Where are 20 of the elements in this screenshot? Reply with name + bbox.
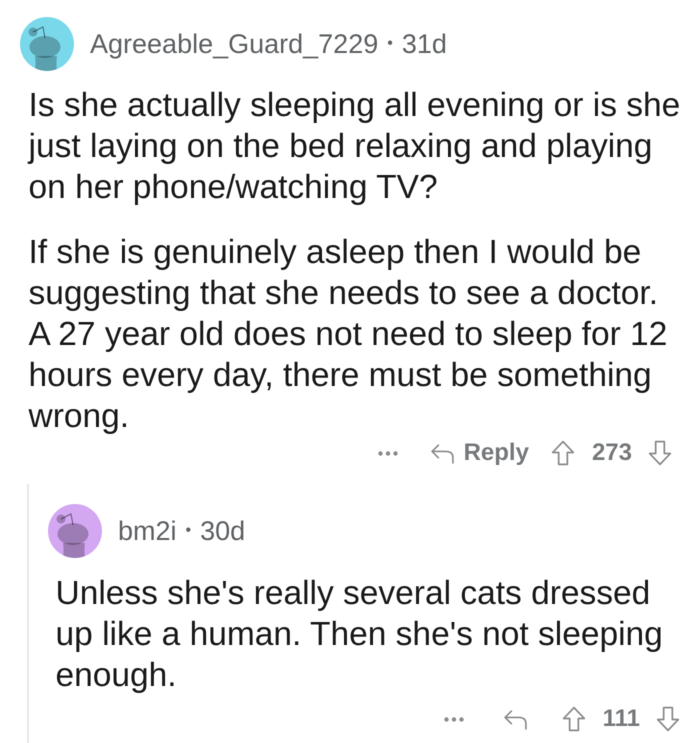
upvote-icon[interactable]: [550, 440, 575, 466]
vote-count: 111: [602, 705, 640, 733]
more-icon[interactable]: [378, 450, 398, 456]
comment-paragraph: Unless she's really several cats dressed up like a human. Then she's not sleeping enough.: [54, 574, 664, 696]
comment-age: 31d: [402, 28, 447, 60]
upvote-icon[interactable]: [562, 706, 586, 732]
comment-age: 30d: [200, 516, 246, 546]
username[interactable]: Agreeable_Guard_7229: [90, 28, 378, 60]
username[interactable]: bm2i: [118, 516, 177, 546]
more-icon[interactable]: [444, 716, 464, 722]
reply-icon[interactable]: [502, 708, 528, 730]
downvote-icon[interactable]: [656, 706, 680, 732]
separator-dot: •: [387, 35, 393, 53]
downvote-icon[interactable]: [648, 440, 672, 466]
comment-paragraph: If she is genuinely asleep then I would be suggesting that she needs to see a doctor. A 27 year old does not need to sleep for 12 hours every day, there must be something wrong.: [28, 233, 668, 437]
comment-paragraph: Is she actually sleeping all evening or is she just laying on the bed relaxing and playing on her phone/watching TV?: [26, 86, 682, 208]
separator-dot: •: [186, 522, 192, 540]
reply-button[interactable]: Reply: [430, 439, 529, 467]
vote-count: 273: [592, 439, 632, 467]
reply-icon: [430, 442, 455, 464]
